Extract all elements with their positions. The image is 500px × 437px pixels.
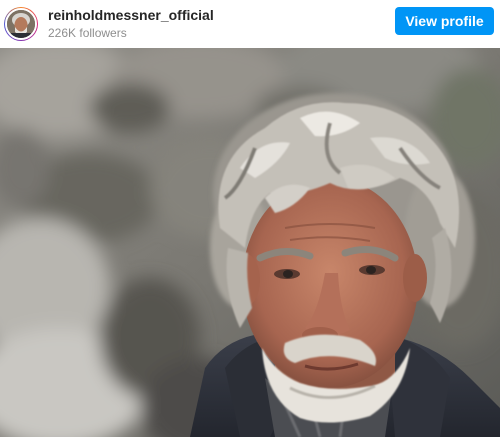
username[interactable]: reinholdmessner_official (48, 7, 214, 24)
instagram-embed: reinholdmessner_official 226K followers … (0, 0, 500, 437)
user-avatar-icon (7, 10, 35, 38)
post-image[interactable] (0, 48, 500, 437)
follower-count: 226K followers (48, 26, 127, 40)
view-profile-button[interactable]: View profile (395, 7, 494, 35)
avatar[interactable] (5, 8, 37, 40)
avatar-ring[interactable] (4, 7, 38, 41)
portrait-photo-icon (0, 48, 500, 437)
profile-meta: reinholdmessner_official 226K followers (48, 7, 214, 41)
post-header: reinholdmessner_official 226K followers … (0, 0, 500, 48)
